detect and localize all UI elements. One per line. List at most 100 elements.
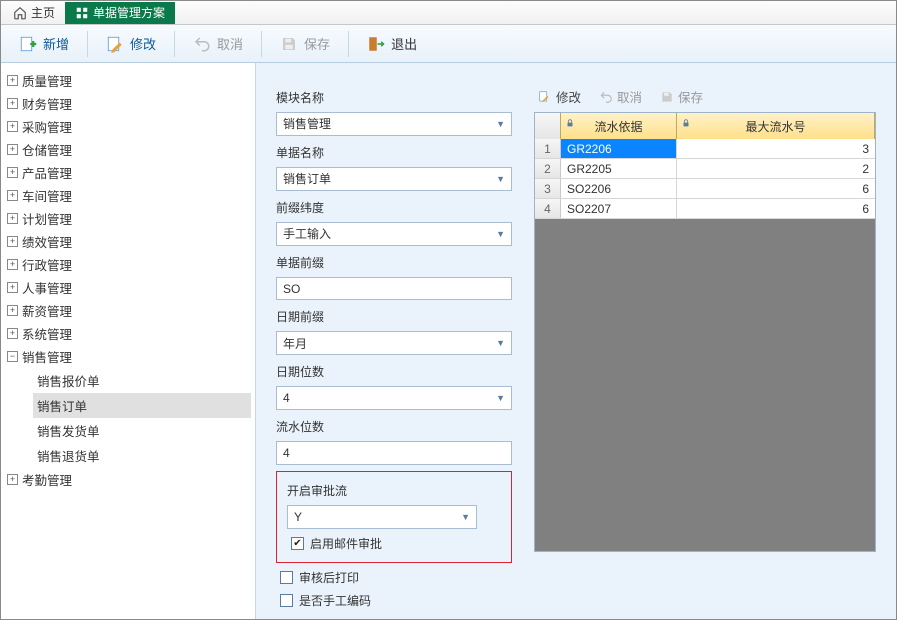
tree-expand-icon[interactable]: + <box>7 167 18 178</box>
tree-leaf[interactable]: 销售退货单 <box>33 443 251 468</box>
sidebar-tree[interactable]: +质量管理+财务管理+采购管理+仓储管理+产品管理+车间管理+计划管理+绩效管理… <box>1 63 256 619</box>
tree-node[interactable]: +绩效管理 <box>5 230 251 253</box>
tree-expand-icon[interactable]: + <box>7 328 18 339</box>
tree-node-label: 产品管理 <box>22 163 72 182</box>
tree-node[interactable]: + 人事管理 <box>5 276 251 299</box>
tree-node[interactable]: + 计划管理 <box>5 207 251 230</box>
tree-leaf[interactable]: 销售发货单 <box>33 418 251 443</box>
tree-expand-icon[interactable]: + <box>7 190 18 201</box>
bill-prefix-input[interactable]: SO <box>276 277 512 301</box>
cell-serial: GR2205 <box>561 159 677 178</box>
table-row[interactable]: 1GR22063 <box>535 139 875 159</box>
tree-node-label: 计划管理 <box>22 209 72 228</box>
email-approval-checkbox[interactable]: ✔ 启用邮件审批 <box>287 535 501 552</box>
tree-node-label: 质量管理 <box>22 71 72 90</box>
tree-node[interactable]: + 质量管理 <box>5 69 251 92</box>
tree-expand-icon[interactable]: + <box>7 121 18 132</box>
tree-node[interactable]: + 财务管理 <box>5 92 251 115</box>
date-digits-select[interactable]: 4▼ <box>276 386 512 410</box>
serial-digits-input[interactable]: 4 <box>276 441 512 465</box>
tree-node-label: 行政管理 <box>22 255 72 274</box>
table-row[interactable]: 3SO22066 <box>535 179 875 199</box>
grid-col-serial[interactable]: 流水依据 <box>561 113 677 139</box>
tab-active-label: 单据管理方案 <box>93 4 165 21</box>
cell-max: 6 <box>677 179 875 198</box>
tab-home[interactable]: 主页 <box>5 2 63 23</box>
date-prefix-select[interactable]: 年月▼ <box>276 331 512 355</box>
tree-node[interactable]: +薪资管理 <box>5 299 251 322</box>
tree-node[interactable]: + 产品管理 <box>5 161 251 184</box>
tree-node-label: 财务管理 <box>22 94 72 113</box>
new-button[interactable]: 新增 <box>7 30 81 57</box>
cancel-button: 取消 <box>181 30 255 57</box>
tree-collapse-icon[interactable]: − <box>7 351 18 362</box>
disk-icon <box>660 90 674 104</box>
module-select[interactable]: 销售管理▼ <box>276 112 512 136</box>
print-after-audit-checkbox[interactable]: 审核后打印 <box>276 569 512 586</box>
date-prefix-label: 日期前缀 <box>276 308 512 325</box>
row-number: 3 <box>535 179 561 198</box>
tree-expand-icon[interactable]: + <box>7 98 18 109</box>
tree-node-label: 系统管理 <box>22 324 72 343</box>
disk-icon <box>280 35 298 53</box>
tree-expand-icon[interactable]: + <box>7 305 18 316</box>
tree-expand-icon[interactable]: + <box>7 474 18 485</box>
tree-expand-icon[interactable]: + <box>7 282 18 293</box>
tree-node[interactable]: +考勤管理 <box>5 468 251 491</box>
bill-prefix-label: 单据前缀 <box>276 254 512 271</box>
exit-icon <box>367 35 385 53</box>
toolbar-sep <box>174 31 175 57</box>
table-row[interactable]: 2GR22052 <box>535 159 875 179</box>
chevron-down-icon: ▼ <box>461 512 470 522</box>
serial-grid[interactable]: 流水依据 最大流水号 1GR220632GR220523SO220664SO22… <box>534 112 876 552</box>
approval-select[interactable]: Y▼ <box>287 505 477 529</box>
main-toolbar: 新增 修改 取消 保存 退出 <box>1 25 896 63</box>
right-toolbar: 修改 取消 保存 <box>534 87 876 112</box>
exit-button[interactable]: 退出 <box>355 30 429 57</box>
content-area: 模块名称 销售管理▼ 单据名称 销售订单▼ 前缀纬度 手工输入▼ 单据前缀 SO… <box>256 63 896 619</box>
bill-select[interactable]: 销售订单▼ <box>276 167 512 191</box>
tab-active[interactable]: 单据管理方案 <box>65 2 175 24</box>
tree-expand-icon[interactable]: + <box>7 144 18 155</box>
row-number: 1 <box>535 139 561 158</box>
tree-leaf[interactable]: 销售报价单 <box>33 368 251 393</box>
prefix-dim-select[interactable]: 手工输入▼ <box>276 222 512 246</box>
row-number: 2 <box>535 159 561 178</box>
cell-max: 6 <box>677 199 875 218</box>
grid-rownum-header <box>535 113 561 139</box>
toolbar-sep <box>348 31 349 57</box>
manual-code-checkbox[interactable]: 是否手工编码 <box>276 592 512 609</box>
toolbar-sep <box>87 31 88 57</box>
tree-node-label: 车间管理 <box>22 186 72 205</box>
tree-node[interactable]: + 车间管理 <box>5 184 251 207</box>
date-digits-label: 日期位数 <box>276 363 512 380</box>
bill-label: 单据名称 <box>276 144 512 161</box>
prefix-dim-label: 前缀纬度 <box>276 199 512 216</box>
main-area: +质量管理+财务管理+采购管理+仓储管理+产品管理+车间管理+计划管理+绩效管理… <box>1 63 896 619</box>
pencil-icon <box>106 35 124 53</box>
save-button: 保存 <box>268 30 342 57</box>
right-save-button: 保存 <box>660 87 703 106</box>
edit-button[interactable]: 修改 <box>94 30 168 57</box>
checkbox-checked-icon: ✔ <box>291 537 304 550</box>
tree-expand-icon[interactable]: + <box>7 259 18 270</box>
grid-col-max[interactable]: 最大流水号 <box>677 113 875 139</box>
tree-expand-icon[interactable]: + <box>7 213 18 224</box>
tree-node[interactable]: + 行政管理 <box>5 253 251 276</box>
tree-node-label: 人事管理 <box>22 278 72 297</box>
tree-leaf[interactable]: 销售订单 <box>33 393 251 418</box>
tree-expand-icon[interactable]: + <box>7 236 18 247</box>
tree-node[interactable]: + 采购管理 <box>5 115 251 138</box>
toolbar-sep <box>261 31 262 57</box>
table-row[interactable]: 4SO22076 <box>535 199 875 219</box>
tree-node[interactable]: + 系统管理 <box>5 322 251 345</box>
tree-expand-icon[interactable]: + <box>7 75 18 86</box>
grid-header: 流水依据 最大流水号 <box>535 113 875 139</box>
chevron-down-icon: ▼ <box>496 119 505 129</box>
chevron-down-icon: ▼ <box>496 338 505 348</box>
right-edit-button[interactable]: 修改 <box>538 87 581 106</box>
grid-icon <box>75 6 89 20</box>
tree-node[interactable]: +仓储管理 <box>5 138 251 161</box>
tree-node-label: 采购管理 <box>22 117 72 136</box>
tree-node[interactable]: −销售管理 <box>5 345 251 368</box>
